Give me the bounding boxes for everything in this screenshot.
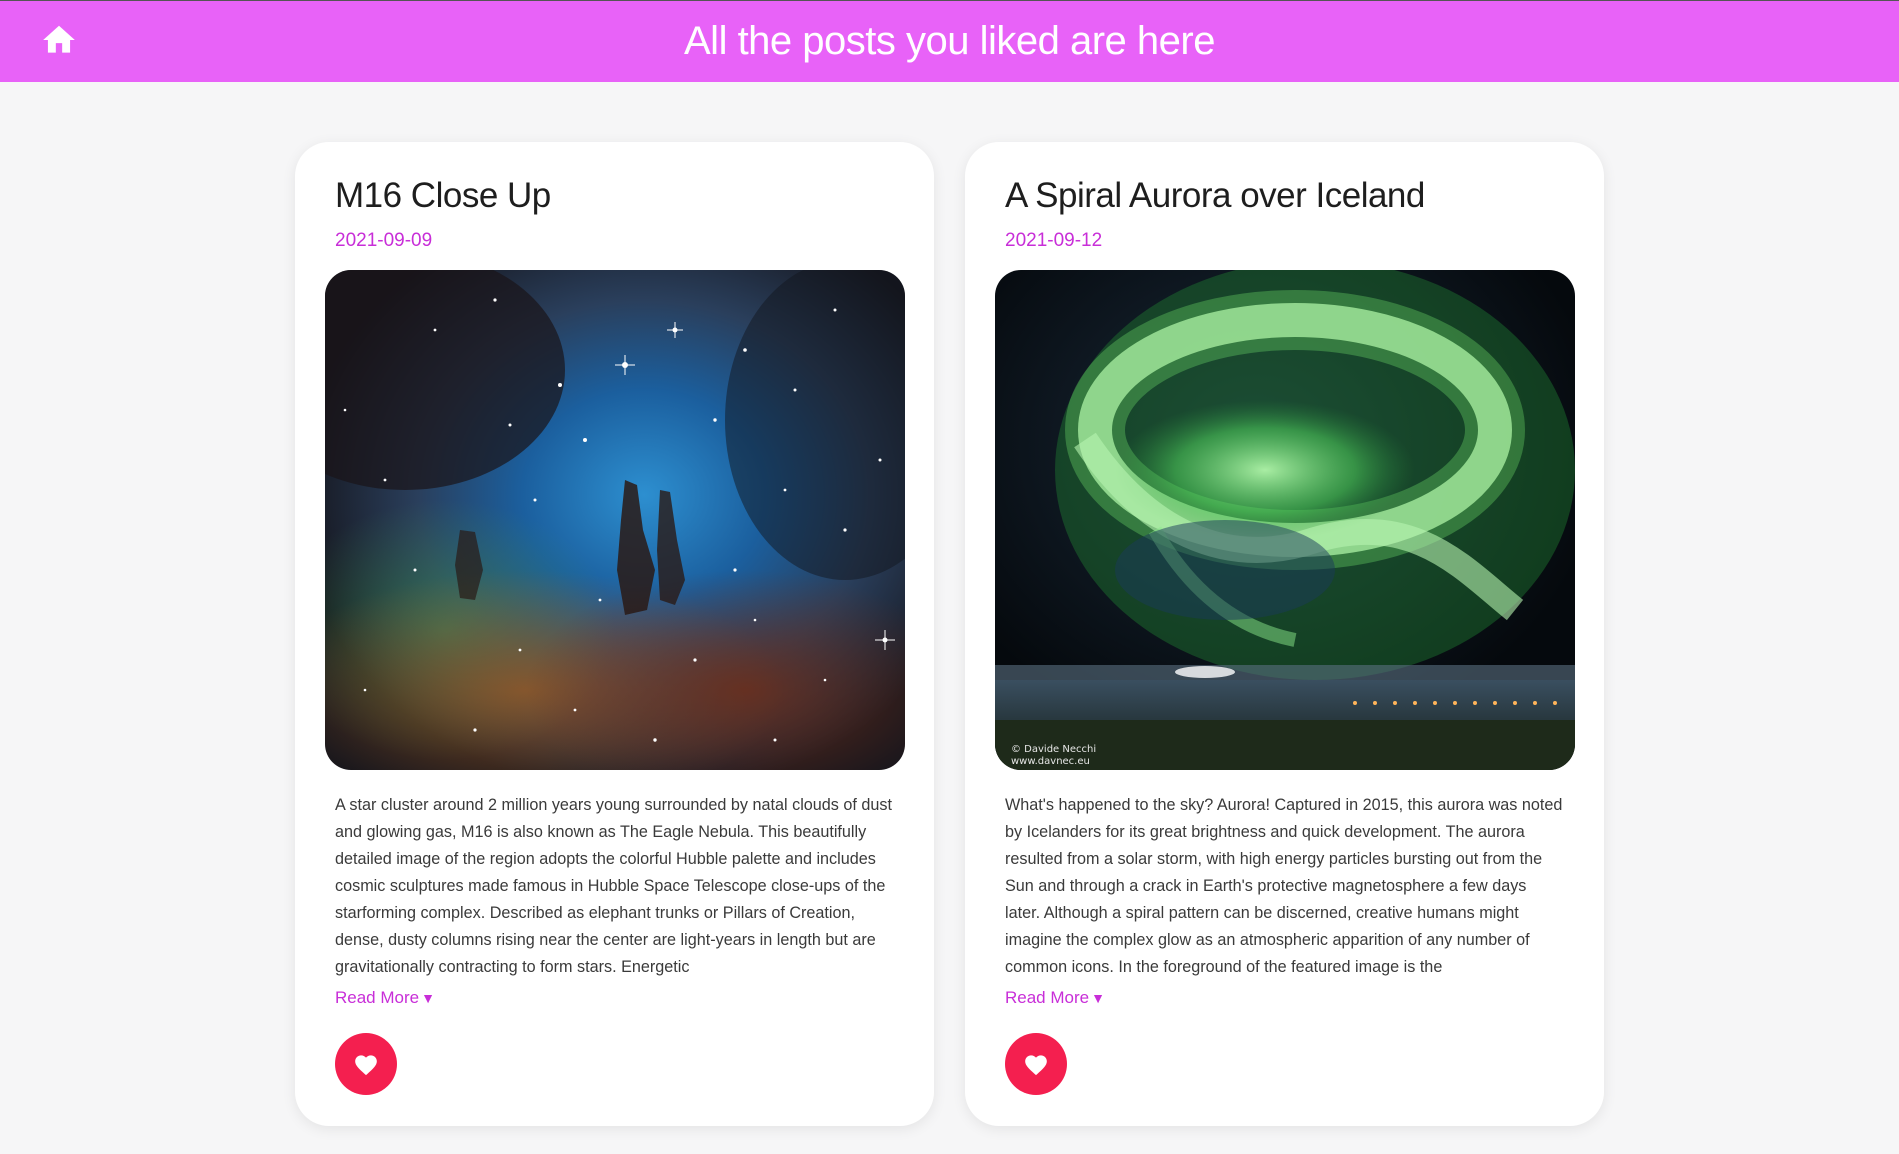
- caret-down-icon: ▼: [421, 990, 435, 1006]
- page-title: All the posts you liked are here: [684, 19, 1215, 63]
- read-more-link[interactable]: Read More ▼: [335, 988, 435, 1008]
- post-card: A Spiral Aurora over Iceland 2021-09-12: [965, 142, 1604, 1126]
- post-title: M16 Close Up: [335, 176, 551, 215]
- post-date: 2021-09-09: [335, 230, 433, 251]
- read-more-label[interactable]: Read More: [335, 988, 419, 1007]
- like-button[interactable]: [335, 1033, 397, 1095]
- post-date: 2021-09-12: [1005, 230, 1103, 251]
- heart-icon: [1025, 1055, 1047, 1076]
- caret-down-icon: ▼: [1091, 990, 1105, 1006]
- top-bar: All the posts you liked are here: [0, 0, 1899, 82]
- post-card: M16 Close Up 2021-09-09 A star cluster a…: [295, 142, 934, 1126]
- post-image-nebula: [325, 270, 905, 770]
- heart-icon: [355, 1055, 377, 1076]
- image-credit: © Davide Necchi: [1011, 744, 1096, 755]
- read-more-label[interactable]: Read More: [1005, 988, 1089, 1007]
- post-description: What's happened to the sky? Aurora! Capt…: [1005, 796, 1563, 976]
- post-description: A star cluster around 2 million years yo…: [335, 796, 892, 976]
- post-title: A Spiral Aurora over Iceland: [1005, 176, 1425, 215]
- read-more-link[interactable]: Read More ▼: [1005, 988, 1105, 1008]
- image-credit-url: www.davnec.eu: [1011, 756, 1090, 767]
- post-image-aurora: © Davide Necchi www.davnec.eu: [995, 270, 1575, 770]
- like-button[interactable]: [1005, 1033, 1067, 1095]
